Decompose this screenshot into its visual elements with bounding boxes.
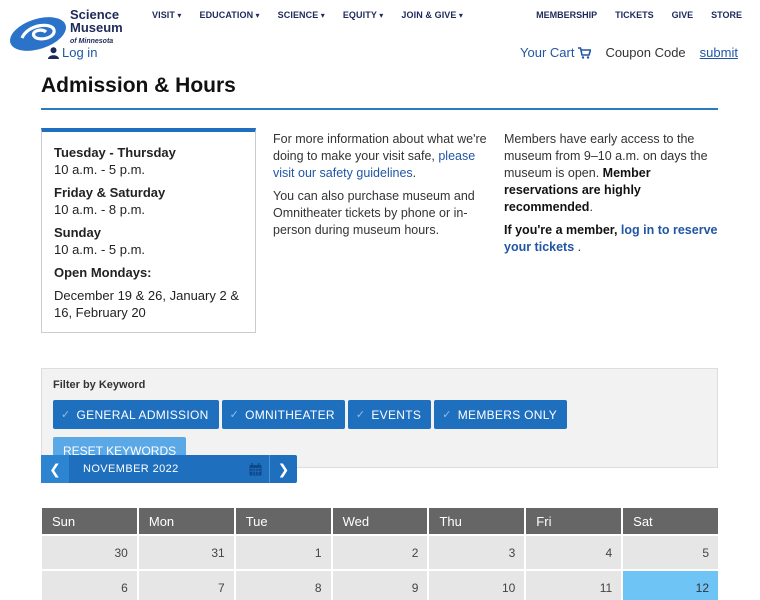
filter-label: Filter by Keyword (53, 379, 146, 391)
next-month-button[interactable]: ❯ (269, 455, 297, 483)
keyword-omnitheater[interactable]: ✓ OMNITHEATER (221, 400, 345, 429)
logo-line-2: Museum (70, 20, 123, 35)
page-title: Admission & Hours (41, 74, 236, 97)
keyword-label: OMNITHEATER (245, 407, 335, 422)
hours-time-1: 10 a.m. - 5 p.m. (54, 162, 146, 177)
hours-box: Tuesday - Thursday 10 a.m. - 5 p.m. Frid… (41, 128, 256, 333)
chevron-right-icon: ❯ (277, 460, 290, 477)
login-link[interactable]: Log in (48, 45, 97, 60)
calendar-day[interactable]: 8 (235, 571, 331, 600)
weekday-tue: Tue (235, 508, 331, 534)
cart-bar: Your Cart Coupon Code submit (520, 45, 738, 60)
keyword-label: MEMBERS ONLY (457, 407, 558, 422)
calendar-icon (249, 462, 261, 475)
calendar-day[interactable]: 30 (42, 536, 137, 569)
calendar-day[interactable]: 1 (235, 536, 331, 569)
members-early-paragraph: Members have early access to the museum … (504, 131, 719, 216)
calendar-week-1: 30 31 1 2 3 4 5 (42, 536, 719, 569)
calendar-month-nav: ❮ NOVEMBER 2022 ❯ (41, 455, 297, 483)
safety-text-end: . (412, 166, 417, 180)
calendar-day[interactable]: 2 (332, 536, 428, 569)
calendar-day[interactable]: 6 (42, 571, 137, 600)
check-icon: ✓ (442, 409, 452, 421)
check-icon: ✓ (355, 409, 366, 421)
members-info: Members have early access to the museum … (504, 131, 719, 262)
keyword-buttons: ✓ GENERAL ADMISSION ✓ OMNITHEATER ✓ EVENTS … (53, 400, 568, 429)
weekday-sat: Sat (623, 508, 719, 534)
safety-paragraph: For more information about what we're do… (273, 131, 493, 182)
calendar-day[interactable]: 11 (526, 571, 622, 600)
calendar-day[interactable]: 4 (526, 536, 622, 569)
keyword-general-admission[interactable]: ✓ GENERAL ADMISSION (53, 400, 219, 429)
hours-day-2: Friday & Saturday (54, 185, 166, 200)
safety-info: For more information about what we're do… (273, 131, 493, 245)
hours-day-3: Sunday (54, 225, 101, 240)
hours-time-2: 10 a.m. - 8 p.m. (54, 202, 146, 217)
check-icon: ✓ (61, 409, 71, 421)
keyword-label: EVENTS (371, 407, 422, 422)
login-label: Log in (62, 45, 98, 60)
main-nav: VISIT EDUCATION SCIENCE EQUITY JOIN & GI… (152, 10, 463, 20)
nav-join-give[interactable]: JOIN & GIVE (401, 10, 463, 20)
keyword-filter-panel: Filter by Keyword ✓ GENERAL ADMISSION ✓ OM… (41, 368, 718, 468)
weekday-mon: Mon (138, 508, 234, 534)
calendar-day[interactable]: 7 (138, 571, 234, 600)
prev-month-button[interactable]: ❮ (41, 455, 69, 483)
month-label[interactable]: NOVEMBER 2022 (69, 463, 241, 475)
keyword-events[interactable]: ✓ EVENTS (347, 400, 432, 429)
calendar-day[interactable]: 31 (138, 536, 234, 569)
weekday-fri: Fri (526, 508, 622, 534)
nav-equity[interactable]: EQUITY (343, 10, 384, 20)
calendar-day[interactable]: 9 (332, 571, 428, 600)
nav-science[interactable]: SCIENCE (278, 10, 325, 20)
weekday-sun: Sun (42, 508, 137, 534)
calendar-week-2: 6 7 8 9 10 11 12 (42, 571, 719, 600)
phone-purchase-paragraph: You can also purchase museum and Omnithe… (273, 189, 475, 237)
check-icon: ✓ (229, 409, 240, 421)
cart-icon (578, 46, 592, 59)
title-divider (41, 108, 718, 110)
chevron-left-icon: ❮ (49, 460, 61, 477)
cart-link[interactable]: Your Cart (520, 45, 592, 60)
cart-label: Your Cart (520, 45, 575, 60)
members-login-paragraph: If you're a member, log in to reserve yo… (504, 222, 719, 256)
weekday-header: Sun Mon Tue Wed Thu Fri Sat (42, 508, 719, 534)
hours-day-1: Tuesday - Thursday (54, 145, 176, 160)
nav-education[interactable]: EDUCATION (199, 10, 259, 20)
nav-membership[interactable]: MEMBERSHIP (536, 10, 597, 20)
members-login-end: . (574, 240, 582, 254)
nav-give[interactable]: GIVE (672, 10, 694, 20)
calendar-day[interactable]: 5 (623, 536, 719, 569)
calendar-grid: Sun Mon Tue Wed Thu Fri Sat 30 31 1 2 3 … (42, 508, 719, 600)
nav-visit[interactable]: VISIT (152, 10, 181, 20)
calendar-day[interactable]: 10 (429, 571, 525, 600)
utility-nav: MEMBERSHIP TICKETS GIVE STORE (536, 10, 742, 20)
weekday-wed: Wed (332, 508, 428, 534)
calendar-picker-button[interactable] (241, 462, 269, 476)
calendar-day[interactable]: 3 (429, 536, 525, 569)
site-header: Science Museum of Minnesota VISIT EDUCAT… (0, 0, 760, 70)
keyword-label: GENERAL ADMISSION (76, 407, 209, 422)
coupon-submit-link[interactable]: submit (700, 45, 738, 60)
hours-time-3: 10 a.m. - 5 p.m. (54, 242, 146, 257)
nav-store[interactable]: STORE (711, 10, 742, 20)
calendar-day-today[interactable]: 12 (623, 571, 719, 600)
coupon-code-label: Coupon Code (605, 45, 686, 60)
member-prompt-text: If you're a member, (504, 223, 621, 237)
hours-day-4: Open Mondays: (54, 265, 152, 280)
keyword-members-only[interactable]: ✓ MEMBERS ONLY (434, 400, 568, 429)
weekday-thu: Thu (429, 508, 525, 534)
open-mondays-dates: December 19 & 26, January 2 & 16, Februa… (54, 288, 239, 320)
user-icon (48, 46, 59, 59)
nav-tickets[interactable]: TICKETS (615, 10, 654, 20)
members-text-end: . (589, 200, 593, 214)
